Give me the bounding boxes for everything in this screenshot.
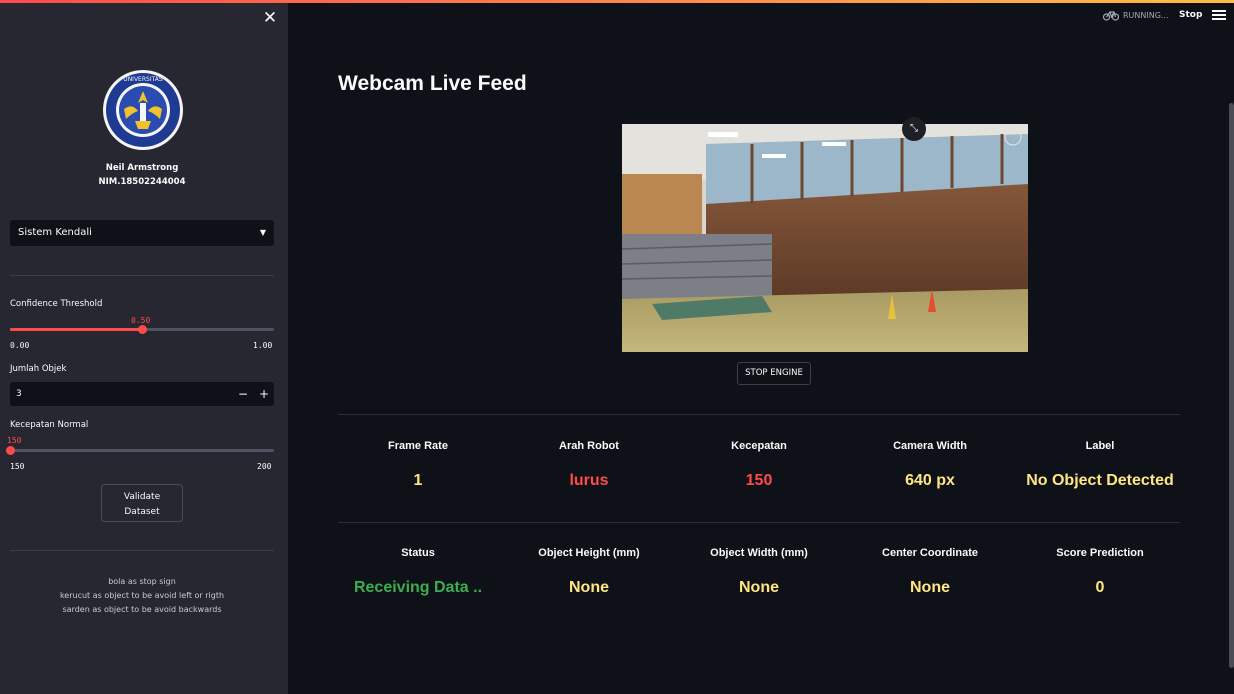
metric-object-height: Object Height (mm) None [504, 547, 674, 597]
kecepatan-label: Kecepatan Normal [10, 420, 89, 430]
metric-label: Center Coordinate [882, 547, 978, 559]
profile-name: Neil Armstrong [105, 163, 179, 173]
confidence-slider[interactable] [10, 325, 274, 334]
metric-value: 1 [413, 472, 423, 489]
kecepatan-slider-thumb[interactable] [6, 446, 15, 455]
metric-value: lurus [569, 472, 609, 489]
confidence-value: 0.50 [131, 316, 151, 325]
metric-status: Status Receiving Data .. [333, 547, 503, 597]
metric-kecepatan: Kecepatan 150 [674, 440, 844, 490]
stop-engine-button[interactable]: STOP ENGINE [737, 362, 811, 385]
confidence-label: Confidence Threshold [10, 299, 103, 309]
metric-label: Arah Robot [559, 440, 619, 452]
metric-label: Object Width (mm) [710, 547, 808, 559]
validate-button-line2: Dataset [124, 506, 160, 517]
stop-button[interactable]: Stop [1179, 10, 1202, 20]
metric-label: Camera Width [893, 440, 967, 452]
note-line: kerucut as object to be avoid left or ri… [59, 591, 225, 600]
metric-value: 0 [1095, 579, 1105, 596]
metric-label-detected: Label No Object Detected [1015, 440, 1185, 490]
kecepatan-slider[interactable] [6, 446, 274, 455]
university-logo: UNIVERSITAS [103, 70, 183, 150]
jumlah-objek-label: Jumlah Objek [10, 364, 67, 374]
divider [338, 414, 1180, 415]
mode-select-value: Sistem Kendali [18, 227, 92, 238]
hamburger-menu-icon[interactable] [1212, 10, 1226, 22]
metric-label: Kecepatan [731, 440, 787, 452]
bicycle-icon [1103, 11, 1119, 21]
metric-object-width: Object Width (mm) None [674, 547, 844, 597]
metric-value: None [910, 579, 950, 596]
metric-value: Receiving Data .. [353, 579, 483, 596]
sidebar: ✕ UNIVERSITAS Neil Armstrong NIM.1850224… [0, 3, 288, 694]
jumlah-objek-value: 3 [16, 389, 22, 399]
metric-value: No Object Detected [1026, 472, 1174, 489]
metric-value: 150 [745, 472, 773, 489]
increment-button[interactable]: + [254, 382, 274, 406]
decrement-button[interactable]: − [233, 382, 253, 406]
metric-frame-rate: Frame Rate 1 [333, 440, 503, 490]
validate-dataset-button[interactable]: Validate Dataset [101, 484, 183, 522]
metric-label: Status [401, 547, 435, 559]
validate-button-line1: Validate [123, 491, 161, 502]
metric-score-prediction: Score Prediction 0 [1015, 547, 1185, 597]
running-text: RUNNING... [1123, 10, 1169, 20]
mode-select[interactable]: Sistem Kendali ▼ [10, 220, 274, 246]
kecepatan-value: 150 [7, 436, 22, 445]
confidence-min: 0.00 [10, 341, 30, 350]
metric-label: Score Prediction [1056, 547, 1144, 559]
sidebar-divider [10, 275, 274, 276]
page-title: Webcam Live Feed [338, 72, 527, 95]
sidebar-divider [10, 550, 274, 551]
close-sidebar-icon[interactable]: ✕ [261, 9, 279, 27]
jumlah-objek-stepper[interactable]: 3 − + [10, 382, 274, 406]
confidence-slider-thumb[interactable] [138, 325, 147, 334]
sidebar-notes: bola as stop sign kerucut as object to b… [0, 575, 284, 617]
metric-value: 640 px [905, 472, 955, 489]
confidence-max: 1.00 [253, 341, 273, 350]
metric-center-coordinate: Center Coordinate None [845, 547, 1015, 597]
metric-value: None [569, 579, 609, 596]
confidence-slider-fill [10, 328, 142, 331]
metric-label: Label [1085, 440, 1115, 452]
chevron-down-icon: ▼ [259, 228, 266, 237]
scrollbar[interactable] [1229, 103, 1234, 668]
metric-label: Object Height (mm) [538, 547, 640, 559]
metric-label: Frame Rate [388, 440, 448, 452]
running-status: RUNNING... [1103, 9, 1169, 21]
metric-camera-width: Camera Width 640 px [845, 440, 1015, 490]
kecepatan-min: 150 [10, 462, 25, 471]
svg-text:UNIVERSITAS: UNIVERSITAS [123, 76, 163, 83]
divider [338, 522, 1180, 523]
metric-arah-robot: Arah Robot lurus [504, 440, 674, 490]
kecepatan-max: 200 [257, 462, 272, 471]
note-line: bola as stop sign [108, 577, 176, 586]
profile-nim: NIM.18502244004 [98, 177, 186, 187]
metric-value: None [739, 579, 779, 596]
note-line: sarden as object to be avoid backwards [62, 605, 222, 614]
expand-icon[interactable]: ⤡ [902, 117, 926, 141]
webcam-feed-image [622, 124, 1028, 352]
